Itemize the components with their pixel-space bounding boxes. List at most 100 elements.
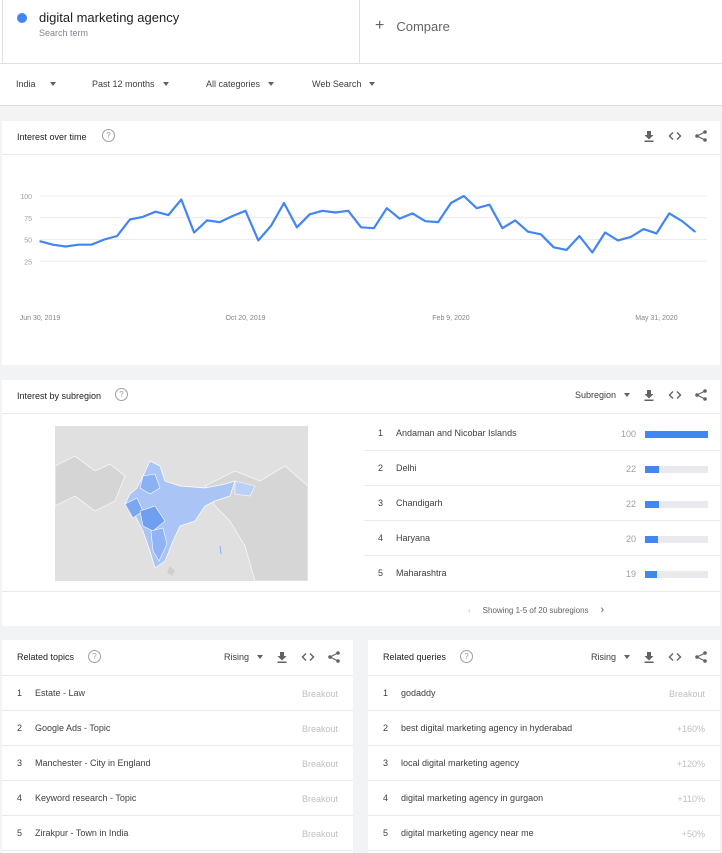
data-point[interactable] [450,202,452,204]
rising-select[interactable]: Rising [591,652,630,662]
data-point[interactable] [552,246,555,249]
data-point[interactable] [463,195,465,197]
data-point[interactable] [219,221,221,223]
subregion-select[interactable]: Subregion [575,390,630,400]
item-label[interactable]: local digital marketing agency [401,758,519,768]
embed-icon[interactable] [668,129,682,143]
chevron-right-icon[interactable]: › [601,604,605,616]
download-icon[interactable] [275,650,289,664]
data-point[interactable] [540,233,542,236]
download-icon[interactable] [642,129,656,143]
data-point[interactable] [129,218,131,221]
filter-region[interactable]: India [16,79,56,89]
item-label[interactable]: godaddy [401,688,436,698]
data-point[interactable] [642,228,645,230]
embed-icon[interactable] [301,650,315,664]
data-point[interactable] [180,198,183,201]
list-item[interactable]: 2 best digital marketing agency in hydera… [368,711,720,746]
data-point[interactable] [116,235,118,237]
data-point[interactable] [308,213,311,216]
embed-icon[interactable] [668,388,682,402]
data-point[interactable] [578,235,581,237]
subregion-name[interactable]: Chandigarh [396,498,443,508]
data-point[interactable] [39,240,41,243]
data-point[interactable] [141,216,144,218]
list-item[interactable]: 3 local digital marketing agency +120% [368,746,720,781]
item-label[interactable]: Keyword research - Topic [35,793,136,803]
item-label[interactable]: digital marketing agency in gurgaon [401,793,543,803]
data-point[interactable] [629,236,632,238]
subregion-row[interactable]: 2 Delhi 22 [364,451,721,486]
search-term-box[interactable]: digital marketing agency Search term [2,0,360,64]
list-item[interactable]: 1 godaddy Breakout [368,676,720,711]
subregion-row[interactable]: 4 Haryana 20 [364,521,721,556]
data-point[interactable] [655,232,658,235]
search-term[interactable]: digital marketing agency [39,10,179,25]
data-point[interactable] [321,209,324,212]
data-point[interactable] [90,243,93,246]
filter-search-type[interactable]: Web Search [312,79,376,89]
filter-category[interactable]: All categories [206,79,275,89]
embed-icon[interactable] [668,650,682,664]
data-point[interactable] [334,211,337,214]
subregion-name[interactable]: Delhi [396,463,417,473]
data-point[interactable] [694,230,696,233]
data-point[interactable] [591,251,594,254]
subregion-name[interactable]: Haryana [396,533,430,543]
share-icon[interactable] [694,650,708,664]
data-point[interactable] [347,209,350,212]
data-point[interactable] [527,230,529,233]
list-item[interactable]: 4 digital marketing agency in gurgaon +110… [368,781,720,816]
data-point[interactable] [398,217,401,220]
data-point[interactable] [231,215,234,217]
compare-button[interactable]: + Compare [375,17,450,35]
data-point[interactable] [296,226,298,229]
data-point[interactable] [373,227,375,229]
data-point[interactable] [617,239,619,242]
subregion-row[interactable]: 5 Maharashtra 19 [364,556,721,591]
data-point[interactable] [681,220,683,223]
item-label[interactable]: Estate - Law [35,688,85,698]
share-icon[interactable] [327,650,341,664]
data-point[interactable] [604,231,606,234]
help-icon[interactable]: ? [115,388,128,401]
download-icon[interactable] [642,650,656,664]
data-point[interactable] [424,220,427,223]
data-point[interactable] [411,212,414,215]
data-point[interactable] [257,239,260,242]
data-point[interactable] [565,249,568,251]
data-point[interactable] [77,243,80,246]
data-point[interactable] [206,219,208,222]
data-point[interactable] [437,221,439,223]
data-point[interactable] [103,238,106,241]
data-point[interactable] [154,210,157,213]
data-point[interactable] [52,243,54,246]
chevron-left-icon[interactable]: ‹ [468,606,471,615]
list-item[interactable]: 3 Manchester - City in England Breakout [2,746,353,781]
data-point[interactable] [668,212,671,215]
item-label[interactable]: Zirakpur - Town in India [35,828,128,838]
list-item[interactable]: 5 digital marketing agency near me +50% [368,816,720,851]
rising-select[interactable]: Rising [224,652,263,662]
item-label[interactable]: Manchester - City in England [35,758,151,768]
data-point[interactable] [385,207,388,209]
item-label[interactable]: best digital marketing agency in hyderab… [401,723,572,733]
subregion-row[interactable]: 3 Chandigarh 22 [364,486,721,521]
help-icon[interactable]: ? [460,650,473,663]
share-icon[interactable] [694,129,708,143]
data-point[interactable] [488,203,491,206]
list-item[interactable]: 2 Google Ads - Topic Breakout [2,711,353,746]
item-label[interactable]: digital marketing agency near me [401,828,534,838]
download-icon[interactable] [642,388,656,402]
data-point[interactable] [270,224,272,227]
data-point[interactable] [283,202,285,204]
subregion-name[interactable]: Maharashtra [396,568,447,578]
india-subregion-map[interactable] [55,426,308,581]
share-icon[interactable] [694,388,708,402]
help-icon[interactable]: ? [102,129,115,142]
subregion-row[interactable]: 1 Andaman and Nicobar Islands 100 [364,416,721,451]
data-point[interactable] [167,214,170,216]
help-icon[interactable]: ? [88,650,101,663]
data-point[interactable] [514,219,516,222]
data-point[interactable] [193,231,195,234]
